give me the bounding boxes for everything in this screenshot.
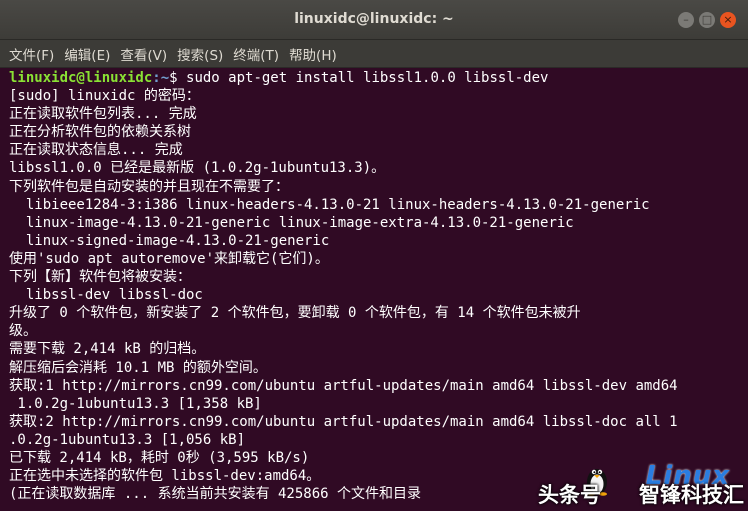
command-text: sudo apt-get install libssl1.0.0 libssl-… xyxy=(177,70,549,86)
output-line: .0.2g-1ubuntu13.3 [1,056 kB] xyxy=(9,431,246,448)
watermark-left-text: 头条号 xyxy=(538,483,601,507)
output-line: 使用'sudo apt autoremove'来卸载它(它们)。 xyxy=(9,250,329,267)
output-line: libieee1284-3:i386 linux-headers-4.13.0-… xyxy=(9,196,650,213)
menu-search[interactable]: 搜索(S) xyxy=(172,44,228,64)
title-bar[interactable]: linuxidc@linuxidc: ~ – □ × xyxy=(0,0,748,40)
output-line: 升级了 0 个软件包，新安装了 2 个软件包，要卸载 0 个软件包，有 14 个… xyxy=(9,305,581,322)
output-line: libssl1.0.0 已经是最新版 (1.0.2g-1ubuntu13.3)。 xyxy=(9,160,386,177)
menu-file[interactable]: 文件(F) xyxy=(4,44,59,64)
output-line: 需要下载 2,414 kB 的归档。 xyxy=(9,341,206,358)
output-line: 获取:2 http://mirrors.cn99.com/ubuntu artf… xyxy=(9,413,678,430)
minimize-button[interactable]: – xyxy=(678,12,694,28)
menu-help[interactable]: 帮助(H) xyxy=(284,44,342,64)
prompt-symbol: $ xyxy=(169,70,178,86)
output-line: libssl-dev libssl-doc xyxy=(9,287,203,304)
terminal-output[interactable]: linuxidc@linuxidc:~$ sudo apt-get instal… xyxy=(0,68,748,511)
output-line: [sudo] linuxidc 的密码： xyxy=(9,88,200,105)
output-line: 获取:1 http://mirrors.cn99.com/ubuntu artf… xyxy=(9,377,678,394)
maximize-button[interactable]: □ xyxy=(699,12,715,28)
close-button[interactable]: × xyxy=(720,12,736,28)
output-line: linux-signed-image-4.13.0-21-generic xyxy=(9,232,330,249)
output-line: 正在分析软件包的依赖关系树 xyxy=(9,124,191,141)
menu-terminal[interactable]: 终端(T) xyxy=(228,44,284,64)
prompt-user-host: linuxidc@linuxidc xyxy=(9,70,153,86)
watermark: 头条号 智锋科技汇 xyxy=(538,459,744,509)
watermark-right-text: 智锋科技汇 xyxy=(639,483,744,507)
output-line: 级。 xyxy=(9,323,37,340)
window-controls: – □ × xyxy=(678,12,736,28)
output-line: 正在读取软件包列表... 完成 xyxy=(9,106,197,123)
terminal-window: linuxidc@linuxidc: ~ – □ × 文件(F) 编辑(E) 查… xyxy=(0,0,748,511)
output-line: linux-image-4.13.0-21-generic linux-imag… xyxy=(9,214,574,231)
output-line: 解压缩后会消耗 10.1 MB 的额外空间。 xyxy=(9,359,267,376)
output-line: 下列软件包是自动安装的并且现在不需要了： xyxy=(9,178,289,195)
window-title: linuxidc@linuxidc: ~ xyxy=(294,11,454,27)
menu-edit[interactable]: 编辑(E) xyxy=(59,44,115,64)
output-line: 正在读取状态信息... 完成 xyxy=(9,142,183,159)
command-line: linuxidc@linuxidc:~$ sudo apt-get instal… xyxy=(9,69,748,87)
output-line: 1.0.2g-1ubuntu13.3 [1,358 kB] xyxy=(9,395,262,412)
menu-view[interactable]: 查看(V) xyxy=(115,44,172,64)
output-line: 下列【新】软件包将被安装： xyxy=(9,269,191,286)
prompt-path: :~ xyxy=(152,70,170,86)
terminal-scrollbar[interactable] xyxy=(742,68,748,511)
menu-bar: 文件(F) 编辑(E) 查看(V) 搜索(S) 终端(T) 帮助(H) xyxy=(0,40,748,68)
